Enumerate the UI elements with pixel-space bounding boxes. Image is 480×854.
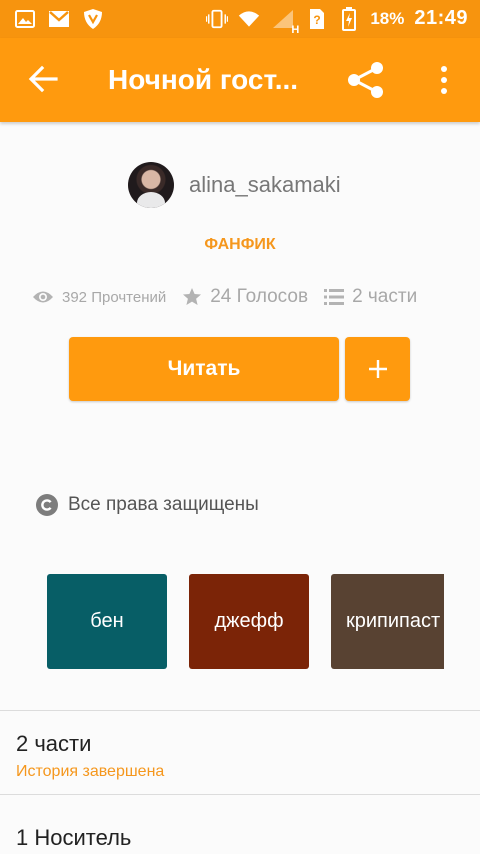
views-stat: 392 Прочтений bbox=[32, 289, 166, 306]
tag-item[interactable]: джефф bbox=[189, 574, 309, 669]
votes-stat: 24 Голосов bbox=[182, 286, 308, 308]
back-button[interactable] bbox=[26, 62, 60, 96]
author-link[interactable]: alina_sakamaki bbox=[128, 162, 341, 208]
status-time: 21:49 bbox=[414, 7, 468, 29]
eye-icon bbox=[33, 291, 53, 303]
story-stats: 392 Прочтений 24 Голосов 2 части bbox=[32, 286, 417, 308]
avatar bbox=[128, 162, 174, 208]
carrier-row[interactable]: 1 Носитель bbox=[0, 795, 480, 854]
parts-count: 2 части bbox=[16, 731, 92, 756]
author-name: alina_sakamaki bbox=[189, 172, 341, 197]
copyright-icon bbox=[36, 494, 58, 516]
copyright-info: Все права защищены bbox=[36, 494, 259, 516]
vibrate-icon bbox=[206, 8, 229, 30]
gmail-icon bbox=[48, 8, 70, 30]
sim-icon: ? bbox=[306, 8, 328, 30]
wifi-icon bbox=[238, 8, 260, 30]
more-vert-icon bbox=[441, 66, 447, 94]
carrier-count: 1 Носитель bbox=[16, 825, 132, 850]
battery-percent: 18% bbox=[370, 8, 405, 28]
toolbar: Ночной гост... bbox=[0, 38, 480, 122]
signal-icon: H bbox=[270, 8, 299, 36]
status-bar: H ? 18% 21:49 bbox=[0, 0, 480, 38]
plus-icon bbox=[368, 360, 387, 378]
add-to-library-button[interactable] bbox=[345, 337, 410, 401]
story-type-label: ФАНФИК bbox=[204, 236, 276, 253]
tag-list: бен джефф крипипаст bbox=[47, 574, 444, 669]
star-icon bbox=[183, 288, 202, 305]
list-icon bbox=[324, 289, 345, 305]
parts-row[interactable]: 2 части История завершена bbox=[0, 711, 480, 793]
story-title: Ночной гост... bbox=[108, 64, 299, 95]
share-icon bbox=[348, 62, 383, 98]
tag-item[interactable]: крипипаст bbox=[331, 574, 444, 669]
svg-text:?: ? bbox=[314, 13, 321, 27]
more-options-button[interactable] bbox=[432, 62, 456, 98]
share-button[interactable] bbox=[346, 60, 386, 100]
shield-icon bbox=[82, 8, 104, 30]
arrow-left-icon bbox=[28, 65, 58, 93]
read-button[interactable]: Читать bbox=[69, 337, 339, 401]
tag-item[interactable]: бен bbox=[47, 574, 167, 669]
parts-stat: 2 части bbox=[324, 286, 417, 308]
gallery-icon bbox=[14, 8, 36, 30]
story-status: История завершена bbox=[16, 763, 165, 780]
battery-icon bbox=[338, 6, 360, 31]
